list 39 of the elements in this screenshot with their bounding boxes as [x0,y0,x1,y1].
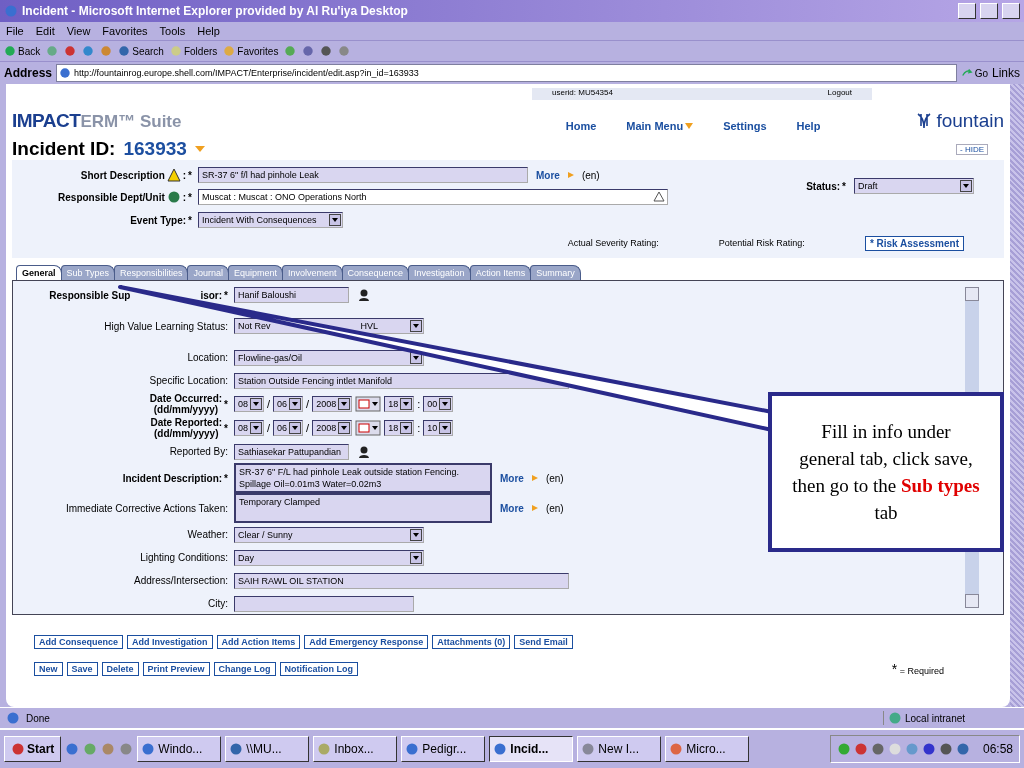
field-label: Specific Location: [148,375,228,386]
field-label: City: [207,598,228,609]
clock: 06:58 [982,742,1013,756]
field-label: Status: * [806,180,846,192]
field-label: High Value Learning Status: [103,320,228,332]
window-title: Incident - Microsoft Internet Explorer provided by Al Ru'iya Desktop [22,4,409,18]
status-text: Done [26,712,51,724]
separator-text: / [267,398,271,410]
address-label: Address [4,66,53,80]
field-label: Responsible Sup isor: * [48,289,228,301]
field-label: Short Description : * [79,167,192,184]
logo-text: IMPACT [12,110,81,132]
field-label: Incident Description: * [121,472,228,484]
logo-subtitle: ERM™ Suite [80,112,182,132]
field-label: Responsible Dept/Unit : * [57,189,192,206]
separator-text: / [306,398,310,410]
incident-id-label: Incident ID: [12,138,116,160]
field-label: Weather: [186,529,228,540]
separator-text: / [306,422,310,434]
brand-logo: fountain [916,110,1004,132]
field-label: Lighting Conditions: [139,552,228,563]
incident-id: 163933 [123,138,187,160]
field-label: Reported By: [168,446,228,457]
rating-label: Potential Risk Rating: [718,238,805,248]
required-note: * = Required [891,661,944,677]
language-text: (en) [545,502,564,514]
language-text: (en) [581,169,600,181]
separator-text: : [417,398,421,410]
language-text: (en) [545,472,564,484]
zone-text: Local intranet [883,711,1018,725]
field-label: Address/Intersection: [133,575,228,586]
separator-text: / [267,422,271,434]
field-label: Immediate Corrective Actions Taken: [64,502,228,514]
separator-text: : [417,422,421,434]
field-label: Event Type: * [129,213,192,228]
user-strip: userid: MU54354 Logout [532,88,872,100]
field-label: Location: [186,352,228,363]
rating-label: Actual Severity Rating: [567,238,659,248]
callout-tooltip: Fill in info under general tab, click save, then go to the Sub types tab [768,392,1004,552]
